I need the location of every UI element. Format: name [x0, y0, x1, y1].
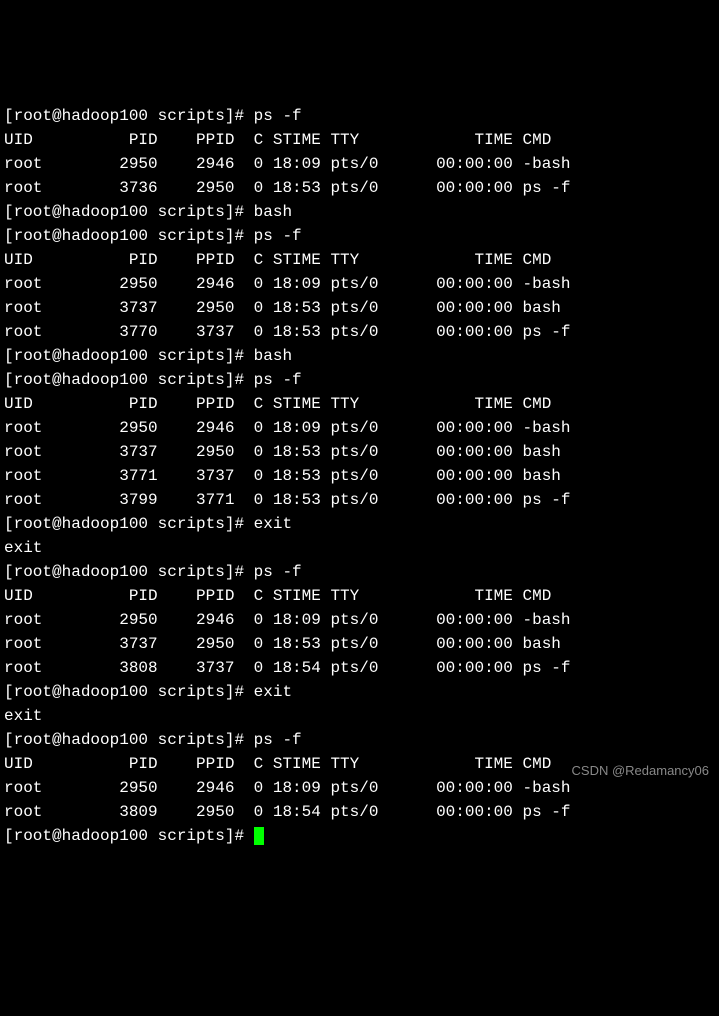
terminal-line: [root@hadoop100 scripts]# exit — [4, 512, 715, 536]
terminal-line: UID PID PPID C STIME TTY TIME CMD — [4, 392, 715, 416]
terminal-line: [root@hadoop100 scripts]# ps -f — [4, 560, 715, 584]
terminal-output: [root@hadoop100 scripts]# ps -fUID PID P… — [4, 104, 715, 848]
terminal-line: root 3737 2950 0 18:53 pts/0 00:00:00 ba… — [4, 440, 715, 464]
terminal-line: root 3799 3771 0 18:53 pts/0 00:00:00 ps… — [4, 488, 715, 512]
cursor — [254, 827, 264, 845]
terminal-line: root 3808 3737 0 18:54 pts/0 00:00:00 ps… — [4, 656, 715, 680]
terminal-line: root 2950 2946 0 18:09 pts/0 00:00:00 -b… — [4, 272, 715, 296]
terminal-line: root 2950 2946 0 18:09 pts/0 00:00:00 -b… — [4, 152, 715, 176]
terminal-line: root 3770 3737 0 18:53 pts/0 00:00:00 ps… — [4, 320, 715, 344]
terminal-line: exit — [4, 536, 715, 560]
terminal-line: [root@hadoop100 scripts]# ps -f — [4, 224, 715, 248]
terminal-line: root 3736 2950 0 18:53 pts/0 00:00:00 ps… — [4, 176, 715, 200]
terminal-line: [root@hadoop100 scripts]# ps -f — [4, 368, 715, 392]
terminal-line: [root@hadoop100 scripts]# ps -f — [4, 104, 715, 128]
watermark-text: CSDN @Redamancy06 — [572, 761, 709, 781]
terminal-line: UID PID PPID C STIME TTY TIME CMD — [4, 248, 715, 272]
terminal-prompt-line[interactable]: [root@hadoop100 scripts]# — [4, 824, 715, 848]
terminal-line: root 3809 2950 0 18:54 pts/0 00:00:00 ps… — [4, 800, 715, 824]
terminal-line: UID PID PPID C STIME TTY TIME CMD — [4, 584, 715, 608]
terminal-line: root 3737 2950 0 18:53 pts/0 00:00:00 ba… — [4, 296, 715, 320]
terminal-line: root 3771 3737 0 18:53 pts/0 00:00:00 ba… — [4, 464, 715, 488]
terminal-line: [root@hadoop100 scripts]# bash — [4, 200, 715, 224]
terminal-line: root 3737 2950 0 18:53 pts/0 00:00:00 ba… — [4, 632, 715, 656]
terminal-line: [root@hadoop100 scripts]# exit — [4, 680, 715, 704]
prompt-text: [root@hadoop100 scripts]# — [4, 827, 254, 845]
terminal-line: root 2950 2946 0 18:09 pts/0 00:00:00 -b… — [4, 416, 715, 440]
terminal-line: [root@hadoop100 scripts]# bash — [4, 344, 715, 368]
terminal-line: root 2950 2946 0 18:09 pts/0 00:00:00 -b… — [4, 608, 715, 632]
terminal-line: exit — [4, 704, 715, 728]
terminal-line: [root@hadoop100 scripts]# ps -f — [4, 728, 715, 752]
terminal-line: UID PID PPID C STIME TTY TIME CMD — [4, 128, 715, 152]
